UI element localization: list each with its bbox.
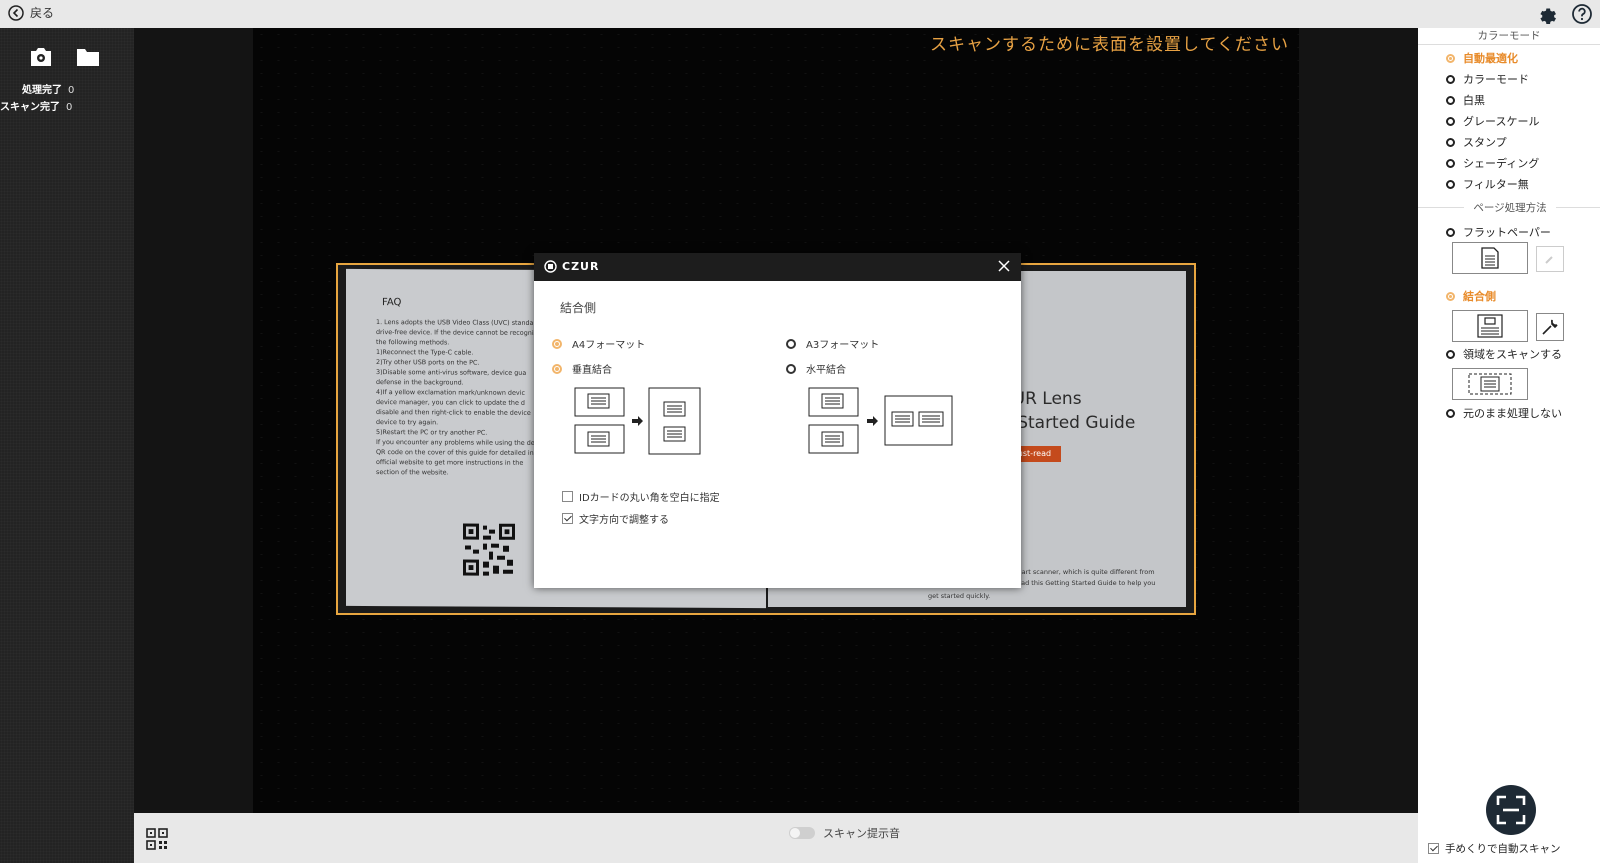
left-panel: 処理完了 0 スキャン完了 0 bbox=[0, 28, 134, 863]
scan-button[interactable] bbox=[1486, 785, 1536, 835]
scan-sound-toggle[interactable]: スキャン提示音 bbox=[789, 825, 900, 841]
radio-unselected bbox=[1446, 95, 1455, 105]
processed-stat: 処理完了 0 bbox=[22, 85, 75, 96]
radio-unselected bbox=[1446, 227, 1455, 237]
area-scan-button[interactable] bbox=[1452, 368, 1528, 400]
flat-paper-edit-button[interactable] bbox=[1536, 246, 1564, 272]
option-vertical-join[interactable]: 垂直結合 bbox=[552, 361, 612, 376]
wrench-icon bbox=[1545, 256, 1553, 264]
color-mode-auto[interactable]: 自動最適化 bbox=[1446, 50, 1518, 66]
back-button[interactable]: 戻る bbox=[8, 4, 54, 21]
bottom-bar: スキャン提示音 bbox=[134, 813, 1418, 863]
checkbox-checked bbox=[1428, 843, 1439, 854]
checkbox-unchecked bbox=[562, 491, 573, 502]
back-label: 戻る bbox=[30, 6, 55, 20]
gear-icon[interactable] bbox=[1535, 3, 1557, 25]
qr-code-icon[interactable] bbox=[146, 828, 168, 850]
radio-selected bbox=[1446, 291, 1455, 301]
radio-unselected bbox=[1446, 137, 1455, 147]
radio-unselected bbox=[786, 363, 796, 374]
option-horizontal-join[interactable]: 水平結合 bbox=[786, 361, 846, 376]
radio-selected bbox=[552, 338, 562, 349]
faq-title: FAQ bbox=[382, 297, 402, 309]
dialog-header: CZUR bbox=[534, 253, 1021, 281]
scanned-stat: スキャン完了 0 bbox=[0, 102, 73, 113]
color-mode-header: カラーモード bbox=[1477, 30, 1541, 42]
radio-unselected bbox=[786, 338, 796, 349]
color-mode-shading[interactable]: シェーディング bbox=[1446, 155, 1539, 171]
binding-side-dialog: CZUR 結合側 A4フォーマット 垂直結合 A3フォーマット 水平結合 IDカ… bbox=[534, 253, 1021, 588]
czur-logo-icon bbox=[544, 260, 557, 273]
color-mode-color[interactable]: カラーモード bbox=[1446, 71, 1529, 87]
horizontal-join-diagram-icon bbox=[808, 387, 953, 454]
help-icon[interactable] bbox=[1571, 3, 1593, 25]
folder-icon[interactable] bbox=[76, 46, 100, 68]
page-mode-no-process[interactable]: 元のまま処理しない bbox=[1446, 405, 1562, 421]
document-icon bbox=[1481, 247, 1499, 269]
book-pages-icon bbox=[1477, 314, 1503, 338]
option-a3-format[interactable]: A3フォーマット bbox=[786, 336, 879, 351]
radio-unselected bbox=[1446, 179, 1455, 189]
page-mode-area-scan[interactable]: 領域をスキャンする bbox=[1446, 346, 1562, 362]
color-mode-no-filter[interactable]: フィルター無 bbox=[1446, 176, 1529, 192]
page-mode-header: ページ処理方法 bbox=[1464, 200, 1556, 215]
radio-unselected bbox=[1446, 116, 1455, 126]
id-card-corner-checkbox[interactable]: IDカードの丸い角を空白に指定 bbox=[562, 489, 720, 504]
binding-side-button[interactable] bbox=[1452, 310, 1528, 342]
radio-selected bbox=[552, 363, 562, 374]
option-a4-format[interactable]: A4フォーマット bbox=[552, 336, 645, 351]
color-mode-stamp[interactable]: スタンプ bbox=[1446, 134, 1507, 150]
scan-frame-icon bbox=[1496, 795, 1526, 825]
right-panel: カラーモード 自動最適化 カラーモード 白黒 グレースケール スタンプ シェーデ… bbox=[1418, 28, 1600, 863]
wrench-icon bbox=[1542, 319, 1558, 335]
camera-settings-icon[interactable] bbox=[29, 46, 53, 68]
checkbox-checked bbox=[562, 513, 573, 524]
scan-hint: スキャンするために表面を設置してください bbox=[930, 35, 1289, 55]
back-arrow-icon bbox=[8, 4, 24, 21]
text-direction-checkbox[interactable]: 文字方向で調整する bbox=[562, 511, 669, 526]
radio-selected bbox=[1446, 53, 1455, 63]
radio-unselected bbox=[1446, 158, 1455, 168]
color-mode-bw[interactable]: 白黒 bbox=[1446, 92, 1485, 108]
flat-paper-button[interactable] bbox=[1452, 242, 1528, 274]
page-mode-flat[interactable]: フラットペーパー bbox=[1446, 224, 1551, 240]
auto-scan-checkbox[interactable]: 手めくりで自動スキャン bbox=[1428, 841, 1561, 856]
czur-logo: CZUR bbox=[544, 260, 599, 273]
page-mode-binding[interactable]: 結合側 bbox=[1446, 288, 1496, 304]
close-icon[interactable] bbox=[997, 259, 1011, 273]
qr-code-image bbox=[461, 521, 517, 578]
lens-title: ZUR Lens g Started Guide bbox=[1001, 389, 1136, 433]
toggle-switch[interactable] bbox=[789, 827, 815, 839]
area-select-icon bbox=[1468, 373, 1512, 395]
vertical-join-diagram-icon bbox=[574, 387, 701, 455]
color-mode-grayscale[interactable]: グレースケール bbox=[1446, 113, 1539, 129]
top-bar: 戻る bbox=[0, 0, 1600, 28]
radio-unselected bbox=[1446, 408, 1455, 418]
dialog-title: 結合側 bbox=[560, 301, 597, 315]
radio-unselected bbox=[1446, 74, 1455, 84]
divider bbox=[1418, 44, 1600, 45]
radio-unselected bbox=[1446, 349, 1455, 359]
binding-side-edit-button[interactable] bbox=[1536, 313, 1564, 341]
